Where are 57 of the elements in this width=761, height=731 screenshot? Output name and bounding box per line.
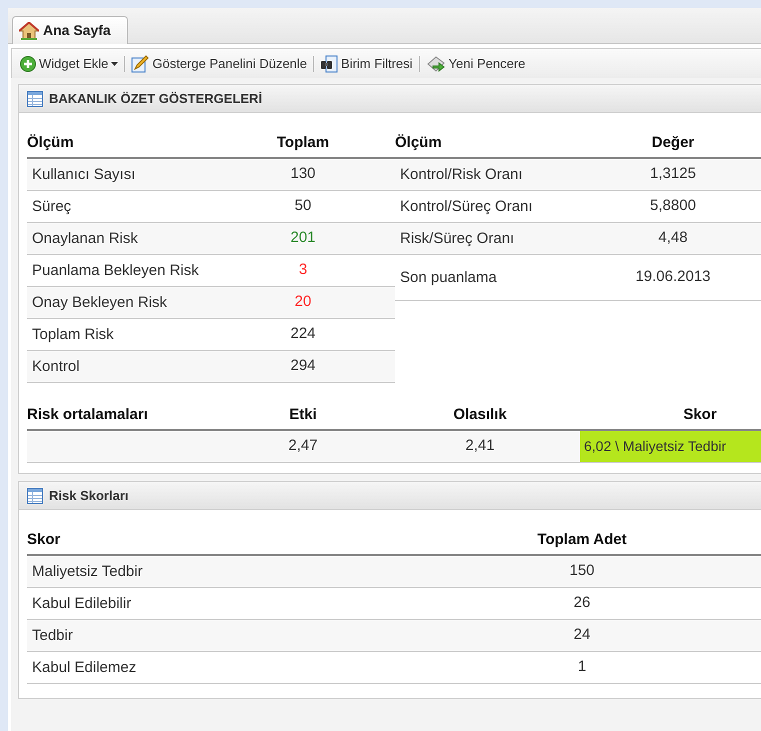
table-cell-text: 130: [289, 164, 317, 184]
score-cell: 6,02 \ Maliyetsiz Tedbir: [580, 431, 761, 462]
column-header: Skor: [27, 530, 62, 550]
toolbar-button[interactable]: Birim Filtresi: [320, 54, 413, 74]
home-tab[interactable]: Ana Sayfa: [12, 16, 128, 44]
table-cell-text: Son puanlama: [400, 268, 498, 288]
table-cell-text: Kontrol/Süreç Oranı: [400, 196, 534, 216]
column-header: Değer: [650, 132, 696, 153]
table-cell-text: Kabul Edilebilir: [32, 594, 132, 614]
table-cell-text: 2,47: [287, 436, 319, 456]
table-cell-text: 24: [572, 625, 592, 646]
table-cell-text: Toplam Risk: [32, 324, 115, 344]
table-cell-text: 201: [289, 228, 317, 248]
table-cell-text: Risk/Süreç Oranı: [400, 228, 516, 248]
table-cell-text: 294: [289, 356, 317, 376]
pencil-document-icon: [131, 54, 150, 72]
table-cell-text: Tedbir: [32, 626, 74, 646]
plus-circle-icon: [20, 56, 36, 72]
column-header: Ölçüm: [395, 132, 443, 153]
table-cell-text: 2,41: [464, 436, 496, 456]
column-header: Risk ortalamaları: [27, 404, 149, 425]
binoculars-icon: [320, 54, 338, 72]
panel-title: Risk Skorları: [49, 486, 128, 505]
column-header: Ölçüm: [27, 132, 75, 153]
table-cell-text: 1: [576, 657, 588, 678]
table-cell-text: 3: [298, 260, 308, 280]
toolbar-button[interactable]: Gösterge Panelini Düzenle: [131, 54, 308, 74]
column-header: Toplam: [276, 132, 330, 153]
table-icon: [27, 90, 43, 106]
table-cell-text: Kullanıcı Sayısı: [32, 164, 136, 184]
table-cell-text: Kabul Edilemez: [32, 658, 138, 678]
table-cell-text: 1,3125: [649, 164, 697, 184]
table-cell-text: Kontrol: [32, 356, 81, 376]
table-cell-text: Onay Bekleyen Risk: [32, 292, 168, 312]
column-header: Olasılık: [452, 404, 508, 425]
table-cell-text: Onaylanan Risk: [32, 228, 139, 248]
table-cell-text: 19.06.2013: [634, 267, 712, 288]
table-cell-text: 26: [572, 593, 592, 614]
toolbar-button[interactable]: Yeni Pencere: [426, 54, 526, 74]
table-cell-text: Puanlama Bekleyen Risk: [32, 260, 200, 280]
column-header: Toplam Adet: [536, 530, 628, 550]
table-cell-text: 50: [294, 196, 312, 216]
table-cell-text: Maliyetsiz Tedbir: [32, 562, 144, 582]
column-header: Skor: [682, 404, 718, 425]
table-cell-text: 224: [289, 324, 317, 344]
table-cell-text: 150: [568, 561, 596, 582]
window-arrow-icon: [426, 54, 446, 72]
table-cell-text: 5,8800: [649, 196, 697, 216]
table-cell-text: 20: [294, 292, 312, 312]
table-cell-text: Süreç: [32, 196, 72, 216]
table-cell-text: Kontrol/Risk Oranı: [400, 164, 524, 184]
toolbar-button[interactable]: Widget Ekle: [20, 54, 118, 74]
home-icon: [19, 22, 39, 40]
panel-title: BAKANLIK ÖZET GÖSTERGELERİ: [49, 90, 262, 108]
table-icon: [27, 488, 43, 504]
table-cell-text: 4,48: [657, 228, 689, 248]
column-header: Etki: [288, 404, 318, 425]
